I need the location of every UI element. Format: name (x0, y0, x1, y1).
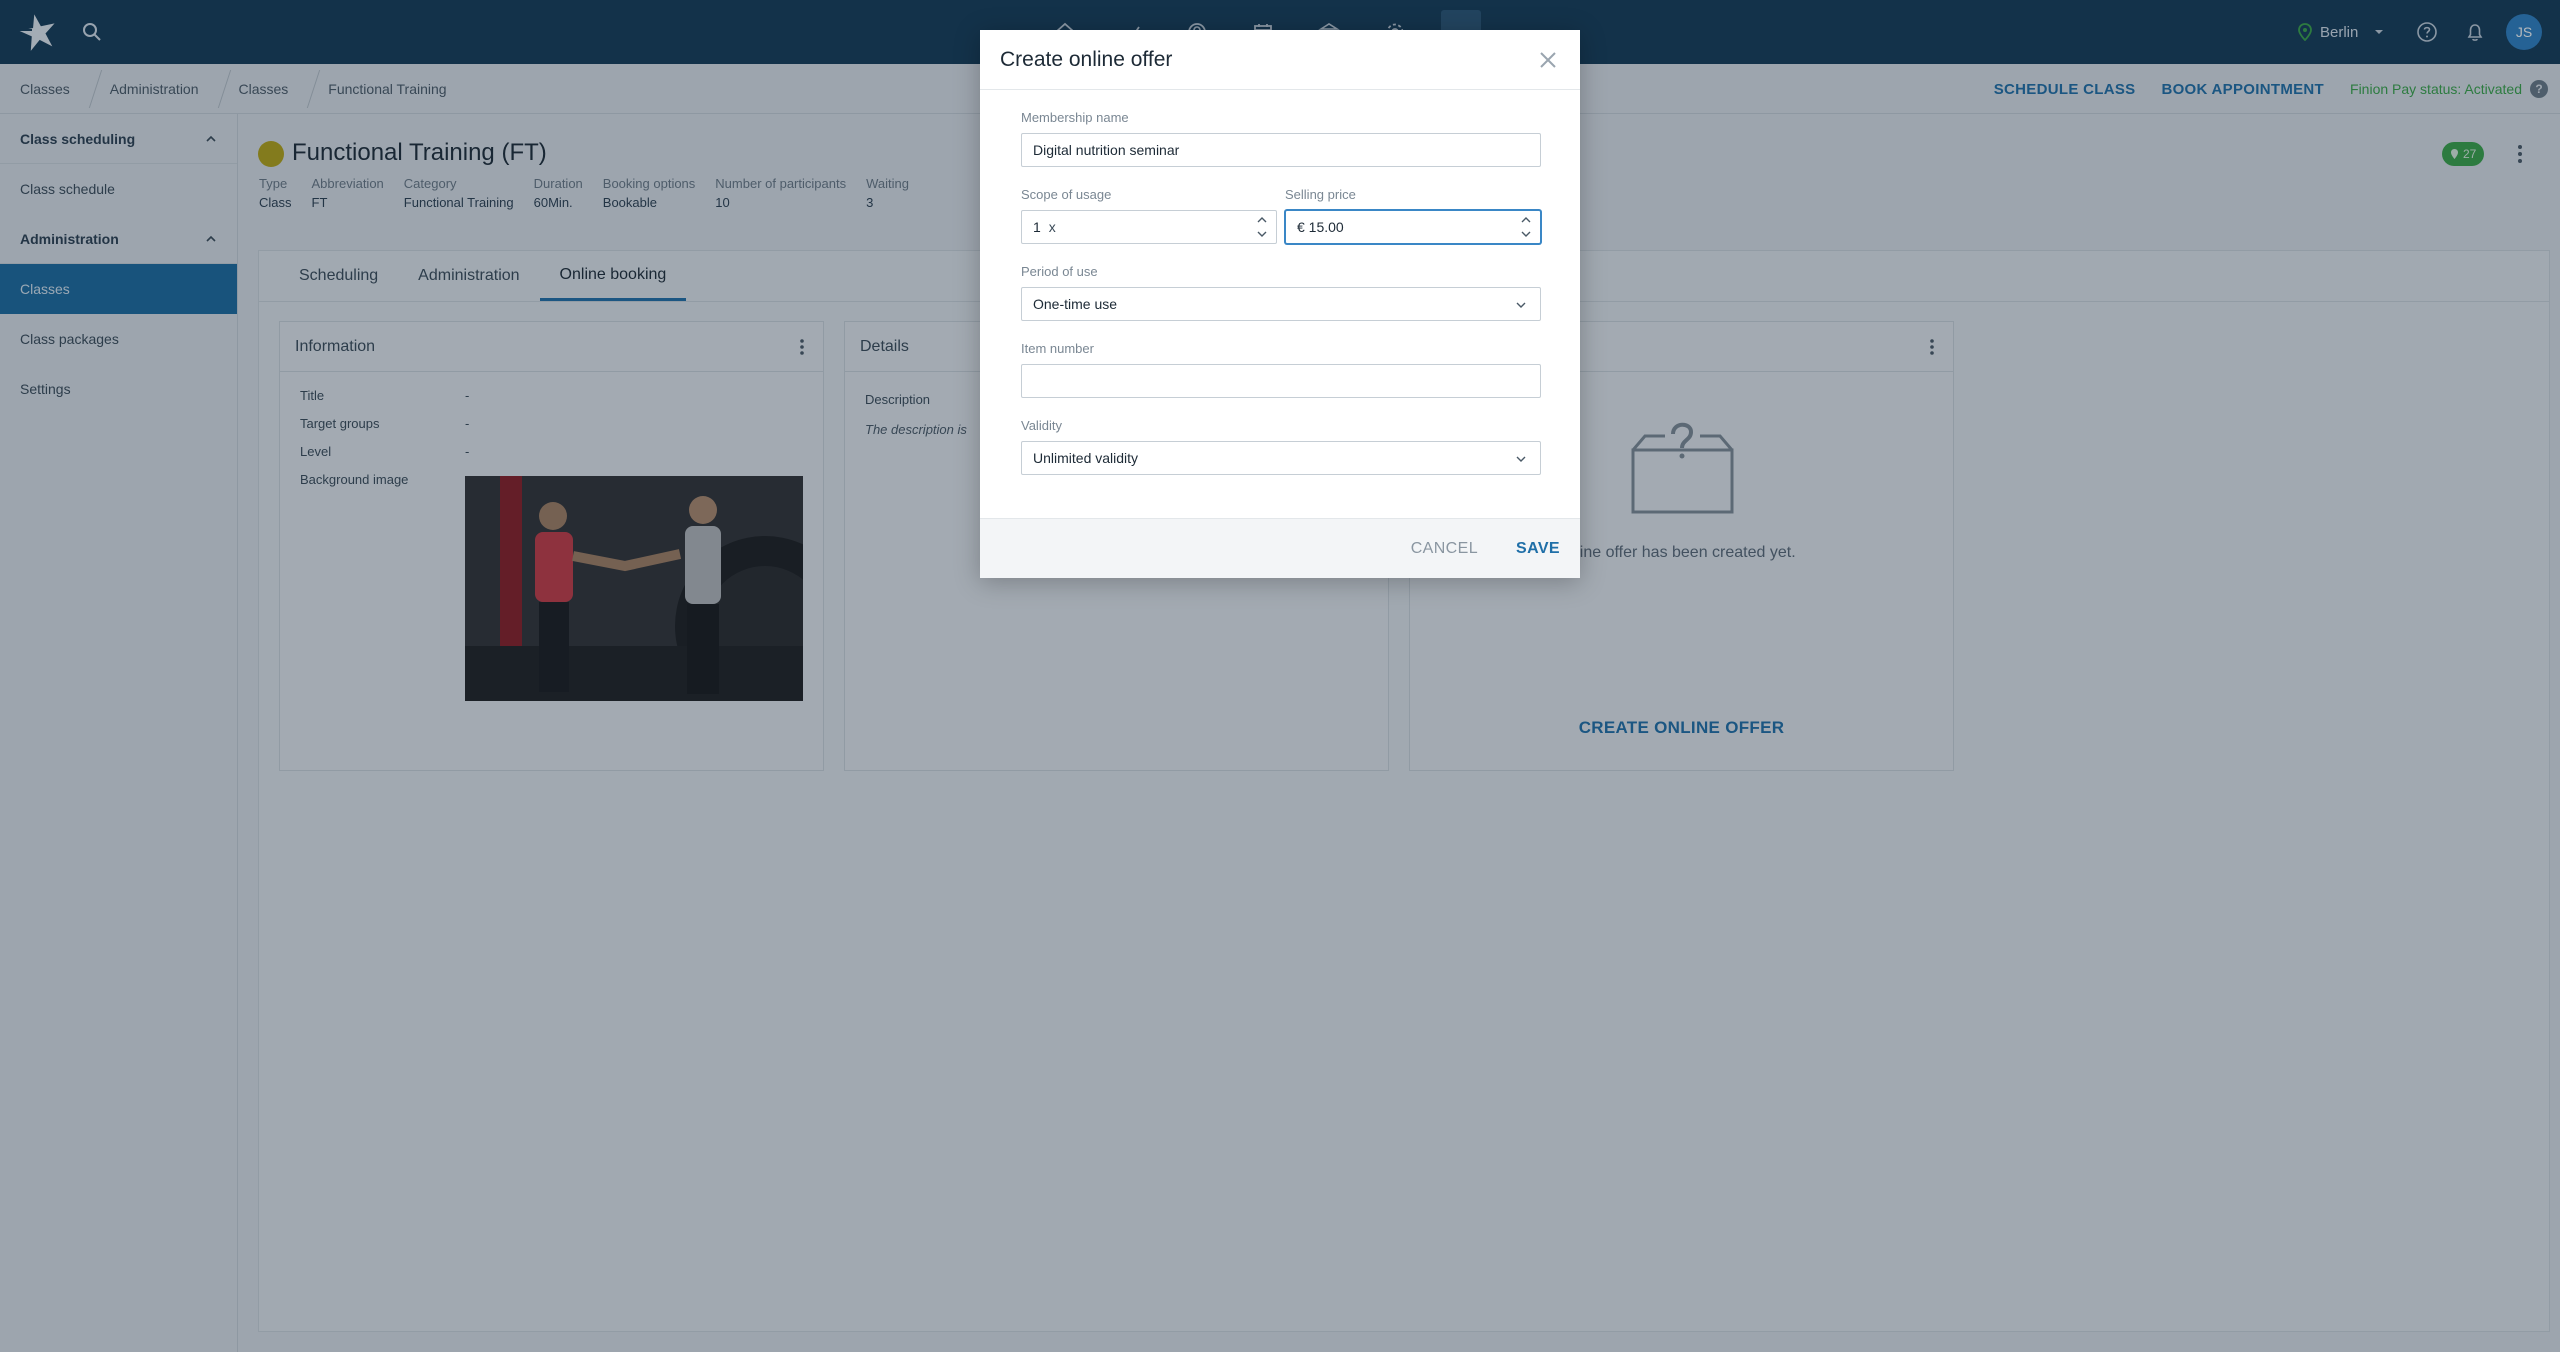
increment-icon[interactable] (1520, 214, 1532, 226)
validity-select[interactable]: Unlimited validity (1021, 441, 1541, 475)
dialog-title: Create online offer (1000, 47, 1173, 71)
membership-name-label: Membership name (1021, 110, 1129, 125)
period-of-use-label: Period of use (1021, 264, 1098, 279)
chevron-down-icon (1516, 456, 1526, 462)
scope-unit: x (1048, 219, 1056, 235)
close-icon[interactable] (1536, 48, 1560, 72)
selling-price-stepper[interactable]: € 15.00 (1285, 210, 1541, 244)
period-of-use-select[interactable]: One-time use (1021, 287, 1541, 321)
increment-icon[interactable] (1256, 214, 1268, 226)
decrement-icon[interactable] (1520, 228, 1532, 240)
membership-name-value: Digital nutrition seminar (1033, 142, 1180, 158)
chevron-down-icon (1516, 302, 1526, 308)
scope-of-usage-stepper[interactable]: 1 x (1021, 210, 1277, 244)
validity-value: Unlimited validity (1033, 450, 1139, 466)
selling-price-label: Selling price (1285, 187, 1356, 202)
period-of-use-value: One-time use (1033, 296, 1118, 312)
item-number-label: Item number (1021, 341, 1094, 356)
membership-name-field[interactable]: Digital nutrition seminar (1021, 133, 1541, 167)
decrement-icon[interactable] (1256, 228, 1268, 240)
item-number-field[interactable] (1021, 364, 1541, 398)
validity-label: Validity (1021, 418, 1062, 433)
cancel-button[interactable]: CANCEL (1411, 540, 1478, 558)
scope-value: 1 (1033, 219, 1041, 235)
selling-price-value: € 15.00 (1297, 219, 1344, 235)
create-online-offer-dialog: Create online offer Membership name Digi… (980, 30, 1580, 578)
scope-of-usage-label: Scope of usage (1021, 187, 1112, 202)
save-button[interactable]: SAVE (1516, 540, 1560, 558)
